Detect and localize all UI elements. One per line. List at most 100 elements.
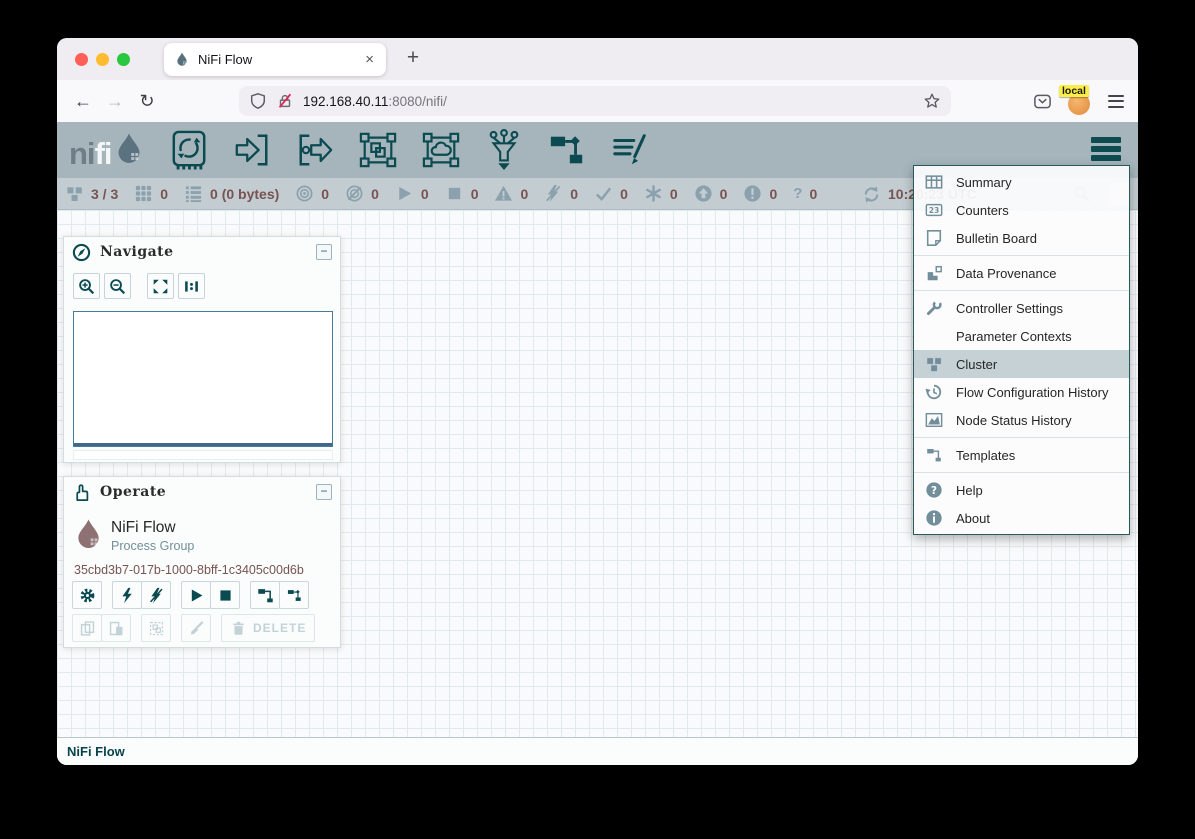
delete-button[interactable]: DELETE xyxy=(221,614,315,642)
refresh-icon[interactable] xyxy=(862,185,881,204)
menu-item-counters[interactable]: Counters xyxy=(914,196,1129,224)
transmitting-stat: 0 xyxy=(295,184,329,203)
menu-item-templates[interactable]: Templates xyxy=(914,441,1129,469)
paste-button[interactable] xyxy=(101,614,131,642)
nifi-favicon-icon xyxy=(174,52,190,68)
change-color-button[interactable] xyxy=(181,614,211,642)
tab-close-icon[interactable]: × xyxy=(363,51,376,68)
nifi-drop-icon xyxy=(114,131,144,169)
template-component-icon[interactable] xyxy=(548,128,586,172)
create-template-button[interactable] xyxy=(250,581,280,609)
menu-item-node-status-history[interactable]: Node Status History xyxy=(914,406,1129,434)
cluster-cubes-icon xyxy=(924,355,944,373)
url-field[interactable]: 192.168.40.11:8080/nifi/ xyxy=(239,86,951,116)
window-traffic-lights xyxy=(75,53,130,66)
remote-process-group-component-icon[interactable] xyxy=(422,128,460,172)
stopped-square-icon xyxy=(445,184,464,203)
trash-icon xyxy=(230,620,247,637)
menu-item-parameter-contexts[interactable]: Parameter Contexts xyxy=(914,322,1129,350)
processor-component-icon[interactable] xyxy=(170,128,208,172)
browser-tab[interactable]: NiFi Flow × xyxy=(164,43,386,76)
operate-panel: Operate − NiFi Flow Process Group 35cbd3… xyxy=(63,476,341,648)
templates-icon xyxy=(924,446,944,464)
breadcrumb[interactable]: NiFi Flow xyxy=(67,744,125,759)
stop-icon xyxy=(217,587,234,604)
back-button[interactable]: ← xyxy=(67,91,99,112)
birdseye-view[interactable] xyxy=(73,311,333,447)
firefox-menu-button[interactable] xyxy=(1108,95,1124,108)
reload-button[interactable]: ↻ xyxy=(131,91,163,112)
delete-label: DELETE xyxy=(253,621,306,635)
funnel-component-icon[interactable] xyxy=(485,128,523,172)
bulletin-note-icon xyxy=(924,229,944,247)
profile-avatar[interactable]: local xyxy=(1068,89,1092,113)
new-tab-button[interactable]: + xyxy=(398,44,428,74)
url-path: :8080/nifi/ xyxy=(388,94,447,109)
upload-template-button[interactable] xyxy=(279,581,309,609)
menu-item-help[interactable]: Help xyxy=(914,476,1129,504)
stop-button[interactable] xyxy=(210,581,240,609)
zoom-fit-button[interactable] xyxy=(147,273,174,299)
brush-icon xyxy=(188,620,205,637)
forward-button[interactable]: → xyxy=(99,91,131,112)
locally-modified-stale-stat: 0 xyxy=(743,184,777,203)
gear-icon xyxy=(79,587,96,604)
configuration-button[interactable] xyxy=(72,581,102,609)
cluster-icon xyxy=(65,184,84,203)
menu-item-flow-configuration-history[interactable]: Flow Configuration History xyxy=(914,378,1129,406)
queued-stat: 0 (0 bytes) xyxy=(184,184,279,203)
label-component-icon[interactable] xyxy=(611,128,649,172)
operate-panel-title: Operate xyxy=(100,484,316,500)
menu-item-data-provenance[interactable]: Data Provenance xyxy=(914,259,1129,287)
selected-flow-id: 35cbd3b7-017b-1000-8bff-1c3405c00d6b xyxy=(74,563,304,577)
threads-grid-icon xyxy=(134,184,153,203)
compass-icon xyxy=(72,243,91,262)
up-to-date-stat: 0 xyxy=(594,184,628,203)
window-close-button[interactable] xyxy=(75,53,88,66)
window-minimize-button[interactable] xyxy=(96,53,109,66)
insecure-lock-icon[interactable] xyxy=(276,92,294,110)
navigate-collapse-button[interactable]: − xyxy=(316,244,332,260)
input-port-component-icon[interactable] xyxy=(233,128,271,172)
zoom-out-button[interactable] xyxy=(104,273,131,299)
hand-icon xyxy=(72,483,91,502)
process-group-component-icon[interactable] xyxy=(359,128,397,172)
menu-item-about[interactable]: About xyxy=(914,504,1129,532)
operate-collapse-button[interactable]: − xyxy=(316,484,332,500)
window-zoom-button[interactable] xyxy=(117,53,130,66)
menu-item-summary[interactable]: Summary xyxy=(914,168,1129,196)
enable-button[interactable] xyxy=(112,581,142,609)
menu-item-controller-settings[interactable]: Controller Settings xyxy=(914,294,1129,322)
tracking-shield-icon[interactable] xyxy=(249,92,267,110)
disabled-stat: 0 xyxy=(544,184,578,203)
group-button[interactable] xyxy=(141,614,171,642)
bookmark-star-icon[interactable] xyxy=(923,92,941,110)
global-menu-dropdown: Summary Counters Bulletin Board Data Pro… xyxy=(913,165,1130,535)
selected-flow-name: NiFi Flow xyxy=(111,519,176,537)
zoom-actual-size-button[interactable] xyxy=(178,273,205,299)
question-mark-icon: ? xyxy=(793,185,802,202)
locally-modified-stat: 0 xyxy=(644,184,678,203)
stale-up-arrow-icon xyxy=(694,184,713,203)
navigate-panel-title: Navigate xyxy=(100,244,316,260)
navigate-panel: Navigate − xyxy=(63,236,341,463)
counters-icon xyxy=(924,201,944,219)
nifi-global-menu-button[interactable] xyxy=(1091,137,1121,161)
url-text[interactable]: 192.168.40.11:8080/nifi/ xyxy=(303,94,923,109)
birdseye-viewport-indicator[interactable] xyxy=(74,443,332,446)
copy-icon xyxy=(79,620,96,637)
menu-item-cluster[interactable]: Cluster xyxy=(914,350,1129,378)
connected-nodes-stat: 3 / 3 xyxy=(65,184,118,203)
start-button[interactable] xyxy=(181,581,211,609)
one-to-one-icon xyxy=(183,278,200,295)
not-transmitting-stat: 0 xyxy=(345,184,379,203)
disable-button[interactable] xyxy=(141,581,171,609)
pocket-icon[interactable] xyxy=(1033,92,1052,111)
browser-window: NiFi Flow × + ← → ↻ 192.168.40.11:8080/n… xyxy=(57,38,1138,765)
copy-button[interactable] xyxy=(72,614,102,642)
menu-item-bulletin-board[interactable]: Bulletin Board xyxy=(914,224,1129,252)
summary-table-icon xyxy=(924,173,944,191)
history-icon xyxy=(924,383,944,401)
output-port-component-icon[interactable] xyxy=(296,128,334,172)
zoom-in-button[interactable] xyxy=(73,273,100,299)
